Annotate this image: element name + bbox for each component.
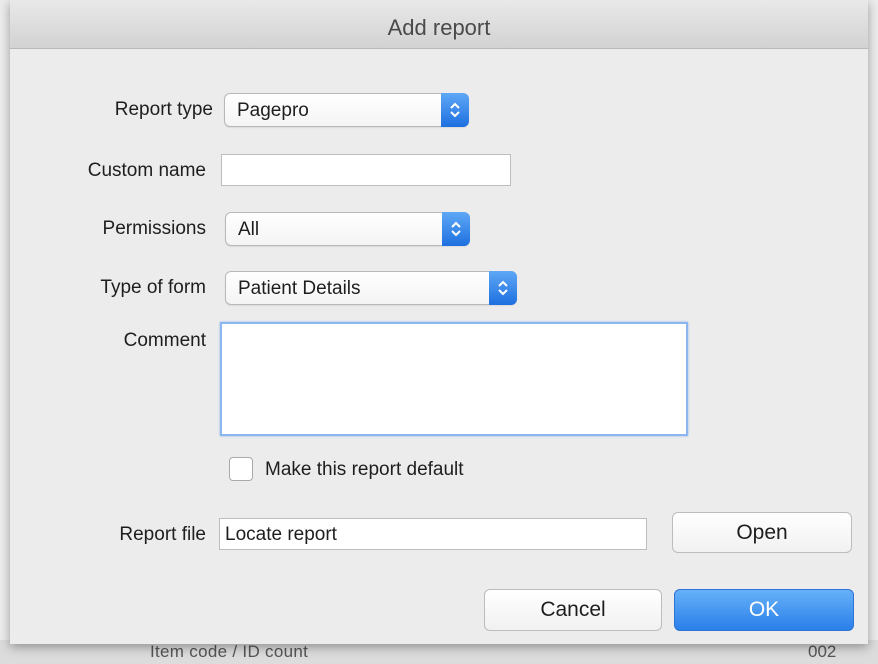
comment-textarea[interactable]: [220, 322, 688, 436]
ok-button[interactable]: OK: [674, 589, 854, 631]
report-type-label: Report type: [114, 99, 213, 120]
comment-label: Comment: [123, 330, 206, 351]
background-window-number: 002: [808, 642, 837, 661]
permissions-popup[interactable]: All: [225, 212, 470, 246]
up-down-chevron-icon: [489, 271, 517, 305]
report-file-value: Locate report: [225, 524, 337, 545]
custom-name-input[interactable]: [221, 154, 511, 186]
permissions-label: Permissions: [102, 218, 206, 239]
cancel-button[interactable]: Cancel: [484, 589, 662, 631]
permissions-value: All: [238, 219, 260, 240]
up-down-chevron-icon: [441, 93, 469, 127]
report-type-value: Pagepro: [237, 100, 309, 121]
custom-name-label: Custom name: [87, 160, 206, 181]
make-default-label: Make this report default: [265, 459, 464, 480]
type-of-form-popup[interactable]: Patient Details: [225, 271, 517, 305]
add-report-dialog: Add report Report type Pagepro Custom na…: [10, 0, 868, 644]
type-of-form-label: Type of form: [100, 277, 206, 298]
open-button[interactable]: Open: [672, 512, 852, 553]
report-file-label: Report file: [119, 524, 206, 545]
up-down-chevron-icon: [442, 212, 470, 246]
dialog-title: Add report: [10, 0, 868, 49]
background-window-text: Item code / ID count: [150, 642, 309, 661]
make-default-checkbox[interactable]: [229, 457, 253, 481]
type-of-form-value: Patient Details: [238, 278, 361, 299]
report-file-input[interactable]: Locate report: [219, 518, 647, 550]
report-type-popup[interactable]: Pagepro: [224, 93, 469, 127]
